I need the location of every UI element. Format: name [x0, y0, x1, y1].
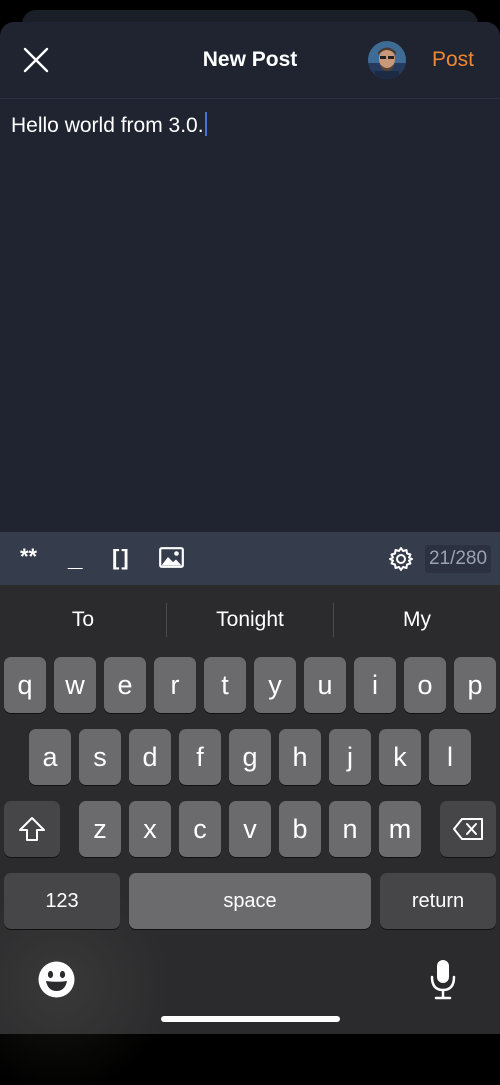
- key-x[interactable]: x: [129, 801, 171, 857]
- home-indicator: [161, 1016, 340, 1022]
- key-j[interactable]: j: [329, 729, 371, 785]
- settings-button[interactable]: [388, 546, 414, 577]
- key-v[interactable]: v: [229, 801, 271, 857]
- avatar[interactable]: [368, 41, 406, 79]
- backspace-key[interactable]: [440, 801, 496, 857]
- post-button[interactable]: Post: [432, 48, 474, 72]
- link-button[interactable]: []: [112, 545, 131, 571]
- shift-icon: [19, 817, 45, 841]
- key-b[interactable]: b: [279, 801, 321, 857]
- key-k[interactable]: k: [379, 729, 421, 785]
- key-y[interactable]: y: [254, 657, 296, 713]
- key-i[interactable]: i: [354, 657, 396, 713]
- suggestion-3[interactable]: My: [334, 585, 500, 655]
- new-post-sheet: New Post Post Hello world from 3.0.: [0, 22, 500, 585]
- key-z[interactable]: z: [79, 801, 121, 857]
- gear-icon: [389, 547, 413, 571]
- key-f[interactable]: f: [179, 729, 221, 785]
- suggestion-2[interactable]: Tonight: [167, 585, 333, 655]
- key-r[interactable]: r: [154, 657, 196, 713]
- key-t[interactable]: t: [204, 657, 246, 713]
- key-p[interactable]: p: [454, 657, 496, 713]
- microphone-icon: [430, 960, 456, 1000]
- backspace-icon: [453, 818, 483, 840]
- image-button[interactable]: [159, 547, 184, 573]
- emoji-button[interactable]: [38, 961, 75, 1003]
- key-u[interactable]: u: [304, 657, 346, 713]
- shift-key[interactable]: [4, 801, 60, 857]
- text-cursor: [204, 112, 207, 136]
- suggestion-1[interactable]: To: [0, 585, 166, 655]
- return-key[interactable]: return: [380, 873, 496, 929]
- key-a[interactable]: a: [29, 729, 71, 785]
- key-g[interactable]: g: [229, 729, 271, 785]
- key-m[interactable]: m: [379, 801, 421, 857]
- key-e[interactable]: e: [104, 657, 146, 713]
- key-n[interactable]: n: [329, 801, 371, 857]
- emoji-icon: [38, 961, 75, 998]
- key-c[interactable]: c: [179, 801, 221, 857]
- italic-button[interactable]: _: [68, 542, 82, 573]
- key-h[interactable]: h: [279, 729, 321, 785]
- bold-button[interactable]: **: [20, 544, 37, 570]
- post-text: Hello world from 3.0.: [11, 114, 204, 137]
- key-q[interactable]: q: [4, 657, 46, 713]
- key-s[interactable]: s: [79, 729, 121, 785]
- header: New Post Post: [0, 22, 500, 99]
- numbers-key[interactable]: 123: [4, 873, 120, 929]
- space-key[interactable]: space: [129, 873, 371, 929]
- key-o[interactable]: o: [404, 657, 446, 713]
- image-icon: [159, 547, 184, 568]
- key-l[interactable]: l: [429, 729, 471, 785]
- page-title: New Post: [202, 48, 298, 71]
- character-counter: 21/280: [425, 545, 491, 573]
- key-d[interactable]: d: [129, 729, 171, 785]
- key-w[interactable]: w: [54, 657, 96, 713]
- microphone-button[interactable]: [429, 959, 457, 1006]
- post-text-input[interactable]: Hello world from 3.0.: [11, 112, 207, 138]
